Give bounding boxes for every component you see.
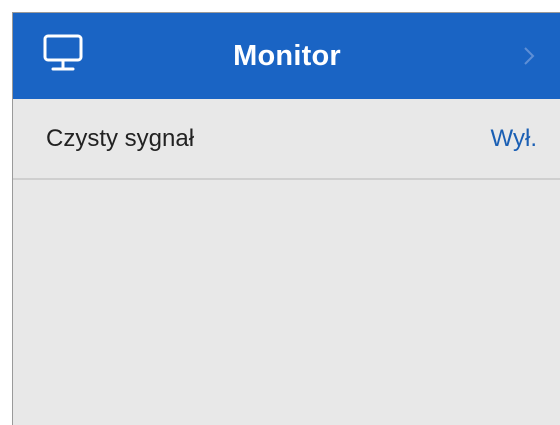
setting-value[interactable]: Wył. (491, 99, 537, 178)
setting-label: Czysty sygnał (46, 125, 195, 152)
setting-row-clean-feed[interactable]: Czysty sygnał Wył. (13, 99, 560, 180)
page-title: Monitor (233, 40, 341, 72)
menu-header: Monitor (13, 13, 560, 99)
chevron-right-icon[interactable] (519, 45, 539, 67)
settings-panel: Monitor Czysty sygnał Wył. (12, 12, 560, 425)
